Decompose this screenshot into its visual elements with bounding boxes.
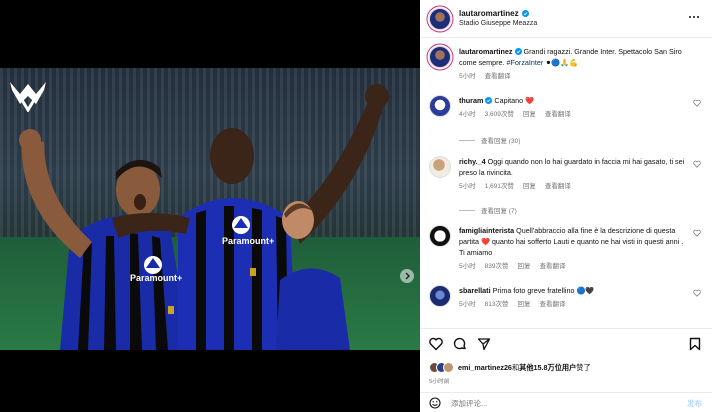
avatar: [443, 362, 454, 373]
post-location[interactable]: Stadio Giuseppe Meazza: [459, 20, 537, 28]
view-replies-link[interactable]: 查看回复 (30): [459, 135, 520, 145]
reply-button[interactable]: 回复: [517, 299, 530, 310]
comment-item: richy._4 Oggi quando non lo hai guardato…: [429, 156, 701, 192]
comment-text: Prima foto greve fratellino 🔵🖤: [492, 286, 595, 295]
comment-input[interactable]: [451, 398, 651, 408]
likes-summary: emi_martinez26和其他15.8万位用户赞了: [429, 362, 591, 373]
translate-link[interactable]: 查看翻译: [545, 181, 571, 192]
verified-badge-icon: [521, 9, 529, 17]
translate-link[interactable]: 查看翻译: [539, 299, 565, 310]
comment-likes[interactable]: 3,609次赞: [485, 109, 514, 120]
comment-time[interactable]: 5小时: [459, 181, 476, 192]
reply-button[interactable]: 回复: [517, 261, 530, 272]
comment-username[interactable]: richy._4: [459, 157, 486, 166]
next-photo-button[interactable]: [400, 269, 414, 283]
avatar[interactable]: [429, 7, 451, 30]
heart-icon[interactable]: [429, 337, 443, 351]
heart-icon[interactable]: [693, 99, 701, 107]
comment-username[interactable]: sbarellati: [459, 286, 491, 295]
avatar[interactable]: [429, 156, 451, 178]
comment-item: sbarellati Prima foto greve fratellino 🔵…: [429, 285, 701, 310]
likes-suffix: 赞了: [576, 362, 591, 372]
heart-icon[interactable]: [693, 229, 701, 237]
more-options-button[interactable]: [688, 12, 700, 22]
caption-time[interactable]: 5小时: [459, 71, 476, 82]
hashtag-link[interactable]: #ForzaInter: [507, 58, 544, 67]
comment-icon[interactable]: [453, 337, 467, 351]
post-media: Paramount+ Paramount+: [0, 0, 420, 412]
caption: lautaromartinez Grandi ragazzi. Grande I…: [429, 46, 701, 82]
bookmark-icon[interactable]: [689, 337, 701, 351]
others-count-link[interactable]: 其他15.8万位用户: [519, 363, 576, 372]
heart-icon[interactable]: [693, 160, 701, 168]
watermark-logo-icon: [10, 82, 46, 112]
more-horizontal-icon: [689, 16, 691, 18]
post-photo[interactable]: Paramount+ Paramount+: [0, 68, 420, 350]
comment-time[interactable]: 4小时: [459, 109, 476, 120]
caption-username[interactable]: lautaromartinez: [459, 47, 513, 56]
comment-likes[interactable]: 839次赞: [485, 261, 509, 272]
post-actions: emi_martinez26和其他15.8万位用户赞了 5小时前 发布: [420, 328, 712, 412]
avatar[interactable]: [429, 46, 451, 68]
comment-username[interactable]: famigliainterista: [459, 226, 514, 235]
comment-time[interactable]: 5小时: [459, 299, 476, 310]
players-illustration: Paramount+ Paramount+: [19, 84, 389, 350]
post-details-panel: lautaromartinez Stadio Giuseppe Meazza l…: [420, 0, 712, 412]
view-replies-link[interactable]: 查看回复 (7): [459, 205, 517, 215]
reply-button[interactable]: 回复: [523, 181, 536, 192]
comment-emoji: ❤️: [525, 96, 535, 105]
comment-item: thuram Capitano ❤️ 4小时 3,609次赞 回复 查看翻译: [429, 95, 701, 120]
avatar[interactable]: [429, 225, 451, 247]
jersey-sponsor-text: Paramount+: [130, 273, 182, 283]
comment-username[interactable]: thuram: [459, 96, 483, 105]
heart-icon[interactable]: [693, 289, 701, 297]
add-comment-bar: 发布: [420, 392, 712, 412]
translate-link[interactable]: 查看翻译: [485, 71, 511, 82]
chevron-right-icon: [405, 272, 410, 280]
comment-time[interactable]: 5小时: [459, 261, 476, 272]
verified-badge-icon: [485, 97, 493, 104]
translate-link[interactable]: 查看翻译: [539, 261, 565, 272]
jersey-sponsor-text: Paramount+: [222, 236, 274, 246]
caption-emoji: ⚫🔵🙏💪: [545, 58, 579, 67]
post-header: lautaromartinez Stadio Giuseppe Meazza: [420, 0, 712, 38]
liked-by-username[interactable]: emi_martinez26: [458, 363, 512, 372]
reply-button[interactable]: 回复: [523, 109, 536, 120]
post-time[interactable]: 5小时前: [429, 376, 450, 385]
translate-link[interactable]: 查看翻译: [545, 109, 571, 120]
avatar[interactable]: [429, 285, 451, 307]
comment-item: famigliainterista Quell'abbraccio alla f…: [429, 225, 701, 272]
share-icon[interactable]: [477, 337, 491, 351]
comment-likes[interactable]: 1,691次赞: [485, 181, 514, 192]
verified-badge-icon: [514, 48, 522, 55]
post-comment-button[interactable]: 发布: [687, 398, 702, 409]
comment-text: Oggi quando non lo hai guardato in facci…: [459, 157, 685, 177]
avatar[interactable]: [429, 95, 451, 117]
post-username[interactable]: lautaromartinez: [459, 9, 519, 18]
comment-text: Capitano: [494, 96, 524, 105]
comments-list: lautaromartinez Grandi ragazzi. Grande I…: [420, 38, 712, 328]
comment-likes[interactable]: 813次赞: [485, 299, 509, 310]
smiley-icon[interactable]: [429, 397, 441, 409]
